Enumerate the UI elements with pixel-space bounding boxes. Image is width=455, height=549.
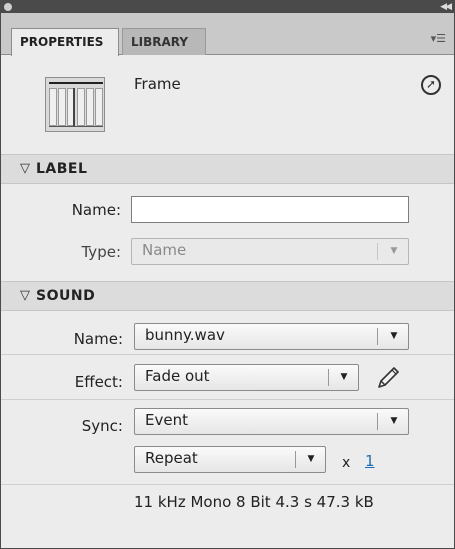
divider xyxy=(1,484,454,485)
chevron-down-icon: ▼ xyxy=(390,416,398,426)
section-header-label[interactable]: ▽ LABEL xyxy=(1,154,454,184)
label-type-caption: Type: xyxy=(81,243,121,261)
properties-panel: ◀◀ PROPERTIES LIBRARY ▾☰ Frame ➚ ▽ LABEL… xyxy=(0,0,455,549)
section-title: LABEL xyxy=(36,161,88,177)
repeat-count-link[interactable]: 1 xyxy=(365,452,375,470)
section-title: SOUND xyxy=(36,288,96,304)
divider xyxy=(1,399,454,400)
panel-menu-icon[interactable]: ▾☰ xyxy=(431,32,446,45)
chevron-down-icon: ▼ xyxy=(390,246,398,256)
sound-name-caption: Name: xyxy=(73,330,123,348)
frame-thumbnail-icon xyxy=(45,77,105,132)
tab-bar: PROPERTIES LIBRARY ▾☰ xyxy=(1,13,454,56)
times-symbol: x xyxy=(342,455,351,471)
repeat-select[interactable]: Repeat ▼ xyxy=(134,446,326,473)
pencil-icon[interactable] xyxy=(375,363,403,391)
effect-select[interactable]: Fade out ▼ xyxy=(134,364,359,391)
sound-name-select[interactable]: bunny.wav ▼ xyxy=(134,323,409,350)
repeat-value: Repeat xyxy=(145,449,198,467)
sync-caption: Sync: xyxy=(81,417,123,435)
label-name-caption: Name: xyxy=(71,201,121,219)
effect-value: Fade out xyxy=(145,367,210,385)
tab-library[interactable]: LIBRARY xyxy=(122,28,206,55)
panel-titlebar[interactable]: ◀◀ xyxy=(1,1,454,13)
label-type-select[interactable]: Name ▼ xyxy=(131,238,409,265)
section-header-sound[interactable]: ▽ SOUND xyxy=(1,281,454,311)
triangle-down-icon: ▽ xyxy=(20,288,30,303)
sound-name-value: bunny.wav xyxy=(145,326,225,344)
effect-caption: Effect: xyxy=(74,373,123,391)
double-chevron-left-icon[interactable]: ◀◀ xyxy=(440,1,452,13)
label-name-input[interactable] xyxy=(131,196,409,223)
sync-select[interactable]: Event ▼ xyxy=(134,408,409,435)
chevron-down-icon: ▼ xyxy=(307,454,315,464)
chevron-down-icon: ▼ xyxy=(390,331,398,341)
tab-properties[interactable]: PROPERTIES xyxy=(11,28,119,56)
help-arrow-icon[interactable]: ➚ xyxy=(421,75,441,95)
close-icon[interactable] xyxy=(4,3,12,11)
label-type-value: Name xyxy=(142,241,187,259)
object-type-label: Frame xyxy=(134,75,181,93)
sync-value: Event xyxy=(145,411,188,429)
triangle-down-icon: ▽ xyxy=(20,161,30,176)
divider xyxy=(1,354,454,355)
sound-info-text: 11 kHz Mono 8 Bit 4.3 s 47.3 kB xyxy=(134,493,374,511)
chevron-down-icon: ▼ xyxy=(340,372,348,382)
